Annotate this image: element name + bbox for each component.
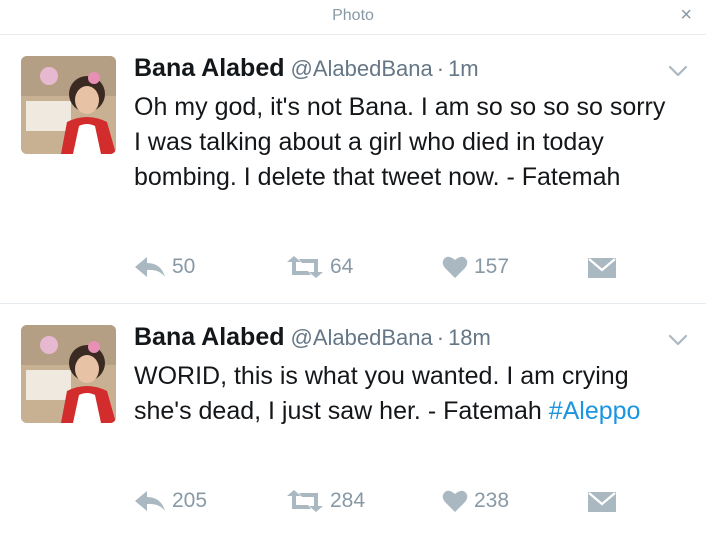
reply-button[interactable]: 50 — [134, 255, 195, 279]
like-count: 157 — [474, 255, 510, 278]
tweet-text: WORID, this is what you wanted. I am cry… — [134, 359, 674, 429]
timestamp[interactable]: 1m — [448, 56, 479, 81]
tweet-text: Oh my god, it's not Bana. I am so so so … — [134, 90, 674, 195]
avatar[interactable] — [21, 325, 116, 423]
tweet: Bana Alabed @AlabedBana · 1m Oh my god, it'… — [0, 36, 706, 304]
author-name[interactable]: Bana Alabed — [134, 54, 285, 82]
avatar[interactable] — [21, 56, 116, 154]
modal-header: Photo × — [0, 0, 706, 35]
chevron-down-icon[interactable] — [668, 64, 688, 82]
separator: · — [436, 325, 445, 350]
chevron-down-icon[interactable] — [668, 333, 688, 351]
envelope-icon — [588, 492, 616, 512]
reply-count: 205 — [172, 489, 208, 512]
author-handle[interactable]: @AlabedBana — [291, 56, 433, 81]
retweet-icon — [287, 490, 323, 512]
tweet-header: Bana Alabed @AlabedBana · 18m — [134, 323, 491, 352]
retweet-icon — [287, 256, 323, 278]
reply-icon — [135, 491, 165, 511]
tweet-actions: 50 64 157 — [134, 255, 654, 285]
envelope-icon — [588, 258, 616, 278]
modal-title: Photo — [332, 7, 374, 24]
retweet-count: 284 — [330, 489, 366, 512]
author-handle[interactable]: @AlabedBana — [291, 325, 433, 350]
like-button[interactable]: 238 — [442, 489, 509, 513]
direct-message-button[interactable] — [587, 257, 617, 279]
heart-icon — [442, 490, 468, 512]
close-icon[interactable]: × — [680, 5, 692, 25]
retweet-button[interactable]: 284 — [286, 489, 365, 513]
tweet: Bana Alabed @AlabedBana · 18m WORID, this i… — [0, 305, 706, 535]
heart-icon — [442, 256, 468, 278]
tweet-header: Bana Alabed @AlabedBana · 1m — [134, 54, 479, 83]
timestamp[interactable]: 18m — [448, 325, 491, 350]
reply-count: 50 — [172, 255, 196, 278]
tweet-text-body: Oh my god, it's not Bana. I am so so so … — [134, 93, 673, 191]
retweet-count: 64 — [330, 255, 354, 278]
like-button[interactable]: 157 — [442, 255, 509, 279]
hashtag-link[interactable]: #Aleppo — [549, 397, 641, 425]
like-count: 238 — [474, 489, 510, 512]
direct-message-button[interactable] — [587, 491, 617, 513]
author-name[interactable]: Bana Alabed — [134, 323, 285, 351]
separator: · — [436, 56, 445, 81]
reply-icon — [135, 257, 165, 277]
retweet-button[interactable]: 64 — [286, 255, 353, 279]
tweet-actions: 205 284 238 — [134, 489, 654, 519]
reply-button[interactable]: 205 — [134, 489, 207, 513]
